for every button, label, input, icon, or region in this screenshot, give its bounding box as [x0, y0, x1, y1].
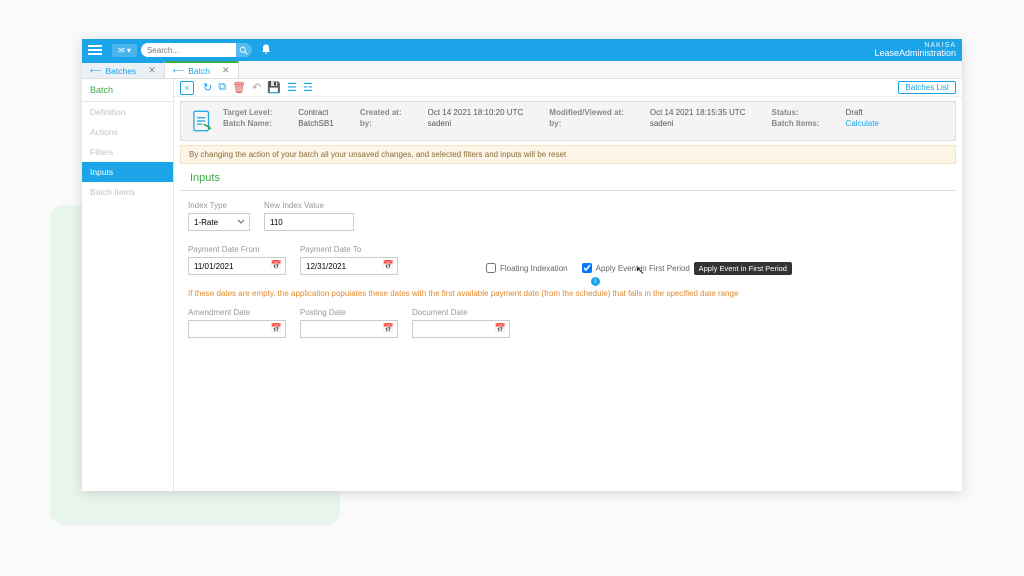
close-icon[interactable]: ✕: [222, 65, 230, 76]
delete-icon[interactable]: 🗑: [232, 81, 246, 94]
sidebar-item-filters[interactable]: Filters: [82, 142, 173, 162]
by-label-2: by:: [549, 119, 640, 128]
target-level-label: Target Level:: [223, 108, 288, 117]
back-arrow-icon: ⟵: [173, 66, 184, 75]
calculate-link[interactable]: Calculate: [846, 119, 895, 128]
sidebar-item-batch-items[interactable]: Batch Items: [82, 182, 173, 202]
sidebar: Batch Definition Actions Filters Inputs …: [82, 79, 174, 491]
payment-from-input[interactable]: [188, 257, 286, 275]
document-date-label: Document Date: [412, 308, 510, 317]
topbar: ✉ ▾ NAKISA LeaseAdministration: [82, 39, 962, 61]
brand-bottom: LeaseAdministration: [874, 49, 956, 58]
sidebar-title: Batch: [82, 79, 173, 102]
amendment-date-label: Amendment Date: [188, 308, 286, 317]
index-type-label: Index Type: [188, 201, 250, 210]
created-at-label: Created at:: [360, 108, 418, 117]
created-by: sadeni: [428, 119, 540, 128]
collapse-sidebar-button[interactable]: «: [180, 81, 194, 95]
cursor-icon: ↖: [636, 264, 645, 277]
sidebar-item-definition[interactable]: Definition: [82, 102, 173, 122]
sidebar-item-inputs[interactable]: Inputs: [82, 162, 173, 182]
tooltip: Apply Event in First Period: [694, 262, 792, 275]
refresh-icon[interactable]: ↻: [203, 81, 212, 94]
by-label-1: by:: [360, 119, 418, 128]
batch-name-label: Batch Name:: [223, 119, 288, 128]
created-at: Oct 14 2021 18:10:20 UTC: [428, 108, 540, 117]
modified-by: sadeni: [650, 119, 762, 128]
status-label: Status:: [772, 108, 836, 117]
date-note: If these dates are empty, the applicatio…: [188, 289, 948, 298]
index-type-select[interactable]: 1-Rate: [188, 213, 250, 231]
tab-batch[interactable]: ⟵ Batch ✕: [165, 61, 239, 78]
batch-name: BatchSB1: [298, 119, 350, 128]
tab-label: Batch: [188, 66, 210, 76]
list-icon[interactable]: ☰: [287, 81, 297, 94]
section-title: Inputs: [180, 168, 956, 191]
modified-at: Oct 14 2021 18:15:35 UTC: [650, 108, 762, 117]
tab-label: Batches: [105, 66, 136, 76]
apply-first-period-checkbox[interactable]: Apply Event in First Period i ↖ Apply Ev…: [582, 263, 690, 273]
payment-from-label: Payment Date From: [188, 245, 286, 254]
tab-batches[interactable]: ⟵ Batches ✕: [82, 61, 165, 78]
close-icon[interactable]: ✕: [148, 65, 156, 76]
modified-at-label: Modified/Viewed at:: [549, 108, 640, 117]
payment-to-input[interactable]: [300, 257, 398, 275]
hamburger-icon[interactable]: [88, 43, 106, 57]
search-input[interactable]: [141, 43, 236, 57]
search-button[interactable]: [236, 43, 252, 57]
summary-panel: Target Level: Contract Created at: Oct 1…: [180, 101, 956, 141]
posting-date-label: Posting Date: [300, 308, 398, 317]
apply-first-period-input[interactable]: [582, 263, 592, 273]
status: Draft: [846, 108, 895, 117]
target-level: Contract: [298, 108, 350, 117]
brand: NAKISA LeaseAdministration: [874, 42, 956, 58]
amendment-date-input[interactable]: [188, 320, 286, 338]
top-dropdown[interactable]: ✉ ▾: [112, 44, 137, 57]
document-icon: [189, 108, 215, 134]
back-arrow-icon: ⟵: [90, 66, 101, 75]
batch-items-label: Batch Items:: [772, 119, 836, 128]
undo-icon[interactable]: ↶: [252, 81, 261, 94]
warning-banner: By changing the action of your batch all…: [180, 145, 956, 164]
new-index-value-input[interactable]: [264, 213, 354, 231]
payment-to-label: Payment Date To: [300, 245, 398, 254]
toolbar: « ↻ ⧉ 🗑 ↶ 💾 ☰ ☲ Batches List: [174, 79, 962, 97]
batches-list-button[interactable]: Batches List: [898, 81, 956, 94]
brand-top: NAKISA: [874, 42, 956, 49]
tabbar: ⟵ Batches ✕ ⟵ Batch ✕: [82, 61, 962, 79]
floating-indexation-label: Floating Indexation: [500, 264, 568, 273]
save-icon[interactable]: 💾: [267, 81, 281, 94]
floating-indexation-checkbox[interactable]: Floating Indexation: [486, 263, 568, 273]
new-index-value-label: New Index Value: [264, 201, 354, 210]
posting-date-input[interactable]: [300, 320, 398, 338]
bell-icon[interactable]: [260, 43, 272, 58]
document-date-input[interactable]: [412, 320, 510, 338]
copy-icon[interactable]: ⧉: [218, 81, 226, 94]
list-check-icon[interactable]: ☲: [303, 81, 313, 94]
info-icon[interactable]: i: [591, 277, 600, 286]
search-icon: [239, 46, 248, 55]
form-area: Index Type 1-Rate New Index Value Paymen…: [174, 191, 962, 362]
sidebar-item-actions[interactable]: Actions: [82, 122, 173, 142]
floating-indexation-input[interactable]: [486, 263, 496, 273]
